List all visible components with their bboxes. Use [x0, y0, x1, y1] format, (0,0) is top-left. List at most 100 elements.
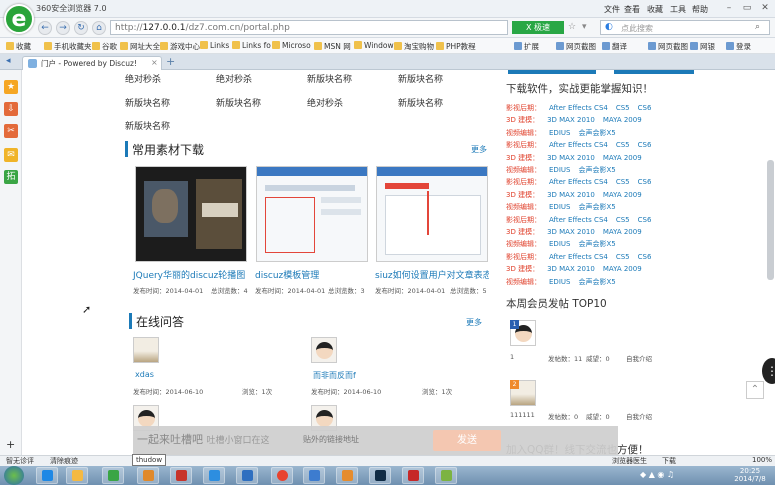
extension-item[interactable]: 网页截图 — [648, 41, 688, 52]
taskbar-media-icon[interactable] — [137, 467, 159, 484]
extension-item[interactable]: 登录 — [726, 41, 751, 52]
taskbar-app-icon[interactable] — [435, 467, 457, 484]
software-link[interactable]: 3D MAX 2010 — [547, 116, 595, 124]
chevron-down-icon[interactable]: ▾ — [582, 22, 587, 32]
bookmark-item[interactable]: 谷歌 — [92, 41, 117, 52]
software-link[interactable]: MAYA 2009 — [603, 191, 642, 199]
star-icon[interactable]: ☆ — [568, 22, 576, 32]
search-icon[interactable]: ⌕ — [755, 22, 760, 32]
status-item[interactable]: 清除痕迹 — [50, 456, 78, 466]
new-tab-icon[interactable]: + — [166, 55, 175, 68]
block-link[interactable]: 新版块名称 — [398, 72, 443, 85]
browser-logo-icon[interactable]: e — [4, 4, 34, 34]
tab-portal[interactable]: 门户 - Powered by Discuz! × — [22, 56, 162, 70]
mail-icon[interactable]: ✉ — [4, 148, 18, 162]
block-link[interactable]: 新版块名称 — [216, 96, 261, 109]
software-link[interactable]: 3D MAX 2010 — [547, 228, 595, 236]
close-icon[interactable]: ✕ — [758, 2, 772, 14]
material-caption[interactable]: JQuery华丽的discuz轮播图 — [133, 268, 245, 281]
star-icon[interactable]: ★ — [4, 80, 18, 94]
software-link[interactable]: EDIUS — [549, 278, 570, 286]
taskbar-app-icon[interactable] — [303, 467, 325, 484]
bookmark-item[interactable]: 收藏 — [6, 41, 31, 52]
taskbar-photoshop-icon[interactable] — [369, 467, 391, 484]
software-link[interactable]: 3D MAX 2010 — [547, 154, 595, 162]
home-icon[interactable]: ⌂ — [92, 21, 106, 35]
status-item[interactable]: 浏览器医生 — [612, 456, 647, 466]
block-link[interactable]: 绝对秒杀 — [307, 96, 343, 109]
qa-question-title[interactable]: xdas — [135, 370, 154, 379]
avatar[interactable] — [311, 337, 337, 363]
bookmark-item[interactable]: Microso — [272, 41, 311, 50]
software-link[interactable]: 会声会影X5 — [578, 129, 615, 137]
shop-icon[interactable]: ✂ — [4, 124, 18, 138]
software-link[interactable]: CS6 — [638, 253, 652, 261]
taskbar-browser360-icon[interactable] — [102, 467, 124, 484]
software-link[interactable]: CS6 — [638, 216, 652, 224]
software-link[interactable]: 会声会影X5 — [578, 203, 615, 211]
block-link[interactable]: 新版块名称 — [125, 119, 170, 132]
block-link[interactable]: 新版块名称 — [398, 96, 443, 109]
minimize-icon[interactable]: – — [722, 2, 736, 14]
materials-more-link[interactable]: 更多 — [471, 144, 487, 155]
block-link[interactable]: 绝对秒杀 — [216, 72, 252, 85]
taskbar-filezilla-icon[interactable] — [170, 467, 192, 484]
software-link[interactable]: EDIUS — [549, 203, 570, 211]
software-link[interactable]: 3D MAX 2010 — [547, 265, 595, 273]
software-link[interactable]: CS5 — [616, 104, 630, 112]
taskbar-ie-icon[interactable] — [203, 467, 225, 484]
qa-question-title[interactable]: 而非而反而f — [313, 370, 356, 381]
software-link[interactable]: 3D MAX 2010 — [547, 191, 595, 199]
menu-view[interactable]: 查看 — [624, 4, 640, 15]
software-link[interactable]: 会声会影X5 — [578, 240, 615, 248]
bookmark-item[interactable]: 手机收藏夹 — [44, 41, 92, 52]
danmaku-input[interactable]: 一起来吐槽吧 吐槽小窗口在这 — [133, 430, 275, 450]
start-button[interactable] — [4, 466, 24, 485]
search-engine-icon[interactable]: ◐ — [605, 22, 613, 32]
bookmark-item[interactable]: Links fo — [232, 41, 271, 50]
material-caption[interactable]: siuz如何设置用户对文章表态 — [375, 268, 489, 281]
taskbar-folder-icon[interactable] — [66, 467, 88, 484]
software-link[interactable]: After Effects CS4 — [549, 253, 608, 261]
zoom-level[interactable]: 100% — [752, 456, 772, 464]
software-link[interactable]: After Effects CS4 — [549, 178, 608, 186]
software-link[interactable]: After Effects CS4 — [549, 141, 608, 149]
software-link[interactable]: CS5 — [616, 216, 630, 224]
taskbar-qq-icon[interactable] — [336, 467, 358, 484]
software-link[interactable]: CS6 — [638, 178, 652, 186]
block-link[interactable]: 新版块名称 — [125, 96, 170, 109]
extension-item[interactable]: 网页截图 — [556, 41, 596, 52]
maximize-icon[interactable]: ▭ — [740, 2, 754, 14]
qa-more-link[interactable]: 更多 — [466, 317, 482, 328]
software-link[interactable]: After Effects CS4 — [549, 216, 608, 224]
tab-list-icon[interactable]: ◂ — [6, 56, 11, 66]
software-link[interactable]: MAYA 2009 — [603, 228, 642, 236]
scrollbar-thumb[interactable] — [767, 160, 774, 280]
tray-icons[interactable]: ◆ ▲ ◉ ♫ — [640, 470, 674, 479]
tab-close-icon[interactable]: × — [151, 58, 158, 67]
menu-help[interactable]: 帮助 — [692, 4, 708, 15]
back-icon[interactable]: ← — [38, 21, 52, 35]
member-name[interactable]: 111111 — [510, 411, 535, 419]
material-thumbnail[interactable] — [376, 166, 488, 262]
refresh-icon[interactable]: ↻ — [74, 21, 88, 35]
extension-item[interactable]: 网银 — [690, 41, 715, 52]
software-link[interactable]: MAYA 2009 — [603, 154, 642, 162]
software-link[interactable]: 会声会影X5 — [578, 278, 615, 286]
software-link[interactable]: EDIUS — [549, 240, 570, 248]
software-link[interactable]: CS6 — [638, 104, 652, 112]
extension-item[interactable]: 翻译 — [602, 41, 627, 52]
bookmark-item[interactable]: 淘宝购物 — [394, 41, 434, 52]
app-icon[interactable]: 拓 — [4, 170, 18, 184]
extension-item[interactable]: 扩展 — [514, 41, 539, 52]
address-bar[interactable]: http://127.0.0.1/dz7.com.cn/portal.php — [110, 20, 508, 35]
bookmark-item[interactable]: Window — [354, 41, 394, 50]
link-input[interactable]: 贴外的链接地址 — [303, 430, 453, 450]
bookmark-item[interactable]: 网址大全 — [120, 41, 160, 52]
back-to-top-icon[interactable]: ⌃ — [746, 381, 764, 399]
bookmark-item[interactable]: 游戏中心 — [160, 41, 200, 52]
menu-favorites[interactable]: 收藏 — [647, 4, 663, 15]
block-link[interactable]: 绝对秒杀 — [125, 72, 161, 85]
software-link[interactable]: 会声会影X5 — [578, 166, 615, 174]
bookmark-item[interactable]: PHP教程 — [436, 41, 476, 52]
